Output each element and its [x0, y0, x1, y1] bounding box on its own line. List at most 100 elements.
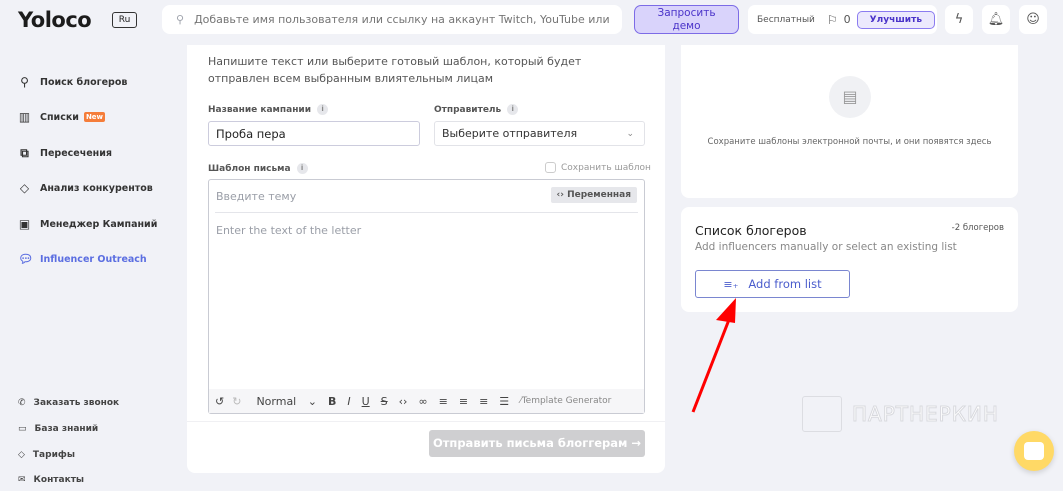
checkbox[interactable]	[545, 162, 556, 173]
sidebar-item-label: Контакты	[33, 475, 85, 485]
search-icon: ⚲	[20, 75, 29, 89]
link-icon[interactable]: ∞	[418, 395, 427, 408]
sidebar-item-lists[interactable]: ▥ Списки New	[18, 110, 106, 124]
sidebar-item-call[interactable]: ✆ Заказать звонок	[18, 398, 119, 408]
strikethrough-icon[interactable]: S	[381, 395, 388, 408]
chevron-down-icon: ⌄	[307, 394, 317, 408]
campaign-name-label: Название кампании i	[208, 104, 329, 115]
watermark: ПАРТНЕРКИН	[802, 396, 999, 432]
sidebar-item-label: Пересечения	[40, 148, 112, 159]
phone-icon: ✆	[18, 398, 26, 408]
info-icon[interactable]: i	[296, 163, 308, 174]
bloggers-title: Список блогеров	[695, 223, 807, 238]
sidebar-item-label: Анализ конкурентов	[40, 182, 153, 194]
sidebar-item-label: Поиск блогеров	[40, 76, 128, 88]
justify-icon[interactable]: ☰	[499, 395, 509, 408]
templates-card: ▤ Сохраните шаблоны электронной почты, и…	[681, 45, 1018, 198]
align-right-icon[interactable]: ≡	[479, 395, 488, 408]
mail-icon: ✉	[18, 475, 26, 485]
redo-icon[interactable]: ↻	[232, 395, 241, 408]
bold-icon[interactable]: B	[328, 395, 336, 408]
info-icon[interactable]: i	[317, 104, 329, 115]
campaign-name-input[interactable]: Проба пера	[208, 121, 420, 146]
chat-icon	[1024, 442, 1044, 460]
variable-button[interactable]: ‹› Переменная	[550, 187, 637, 203]
document-icon: ▤	[829, 76, 871, 118]
sidebar-item-campaigns[interactable]: ▣ Менеджер Кампаний	[18, 217, 158, 231]
plan-box: Бесплатный ⚐ 0 Улучшить	[748, 5, 937, 34]
align-center-icon[interactable]: ≡	[459, 395, 468, 408]
search-icon: ⚲	[176, 13, 185, 26]
arrow-head	[716, 298, 736, 323]
divider	[215, 212, 638, 213]
tag-icon: ◇	[19, 181, 30, 195]
label-text: Отправитель	[434, 104, 502, 115]
template-label: Шаблон письма i	[208, 163, 308, 174]
template-generator-label: Template Generator	[521, 396, 612, 406]
sender-value: Выберите отправителя	[442, 127, 578, 140]
user-card-icon: ▣	[18, 217, 31, 231]
search-input[interactable]	[194, 13, 615, 26]
sidebar-item-intersections[interactable]: ⧉ Пересечения	[18, 146, 112, 161]
tag-icon: ◇	[18, 450, 25, 460]
bell-icon[interactable]: 🔔︎	[982, 5, 1010, 34]
save-template-label: Сохранить шаблон	[561, 162, 651, 173]
plan-label: Бесплатный	[757, 14, 815, 25]
format-select[interactable]: Normal ⌄	[256, 395, 317, 408]
sidebar-item-competitors[interactable]: ◇ Анализ конкурентов	[18, 181, 153, 195]
watermark-text: ПАРТНЕРКИН	[852, 402, 999, 427]
subject-input[interactable]: Введите тему	[216, 190, 296, 203]
divider	[187, 421, 665, 422]
lightning-icon[interactable]: ϟ	[945, 5, 973, 34]
letter-editor: Введите тему ‹› Переменная Enter the tex…	[208, 179, 645, 414]
code-icon[interactable]: ‹›	[399, 395, 408, 408]
playlist-add-icon: ≡₊	[723, 277, 739, 291]
sender-select[interactable]: Выберите отправителя ⌄	[434, 121, 645, 146]
underline-icon[interactable]: U	[362, 395, 370, 408]
label-text: Шаблон письма	[208, 163, 291, 174]
search-bar[interactable]: ⚲	[162, 5, 622, 34]
code-icon: ‹›	[556, 190, 564, 200]
sidebar-item-contacts[interactable]: ✉ Контакты	[18, 475, 84, 485]
format-value: Normal	[256, 394, 297, 408]
arrow-shaft	[691, 311, 734, 413]
chevron-down-icon: ⌄	[626, 128, 634, 139]
sidebar-item-knowledge[interactable]: ▭ База знаний	[18, 424, 98, 434]
copy-icon: ⧉	[20, 146, 29, 160]
sidebar-item-search[interactable]: ⚲ Поиск блогеров	[18, 75, 127, 89]
upgrade-button[interactable]: Улучшить	[856, 10, 936, 29]
intro-text: Напишите текст или выберите готовый шабл…	[208, 55, 582, 85]
red-arrow-annotation	[691, 298, 736, 413]
undo-icon[interactable]: ↺	[215, 395, 224, 408]
sender-label: Отправитель i	[434, 104, 519, 115]
save-template-checkbox[interactable]: Сохранить шаблон	[545, 162, 651, 173]
sidebar-item-label: Тарифы	[32, 450, 75, 460]
language-button[interactable]: Ru	[112, 12, 137, 28]
logo[interactable]: Yoloco	[18, 8, 92, 32]
italic-icon[interactable]: I	[347, 395, 350, 408]
request-demo-button[interactable]: Запросить демо	[634, 5, 739, 34]
new-badge: New	[83, 112, 106, 122]
send-letters-button[interactable]: Отправить письма блоггерам →	[429, 430, 645, 457]
demo-label: Запросить	[657, 7, 716, 19]
flag-icon: ⚐	[826, 12, 838, 27]
chat-widget-button[interactable]	[1014, 431, 1054, 471]
sidebar-item-label: Заказать звонок	[33, 398, 120, 408]
label-text: Название кампании	[208, 104, 312, 115]
info-icon[interactable]: i	[507, 104, 519, 115]
add-from-list-label: Add from list	[748, 277, 822, 291]
variable-label: Переменная	[567, 190, 631, 200]
user-icon[interactable]: ☺	[1019, 5, 1047, 34]
chat-icon: 💬︎	[18, 252, 34, 266]
template-generator-button[interactable]: ⁄Template Generator	[520, 396, 611, 406]
message-icon: ▭	[18, 424, 27, 434]
editor-toolbar: ↺ ↻ Normal ⌄ BIUS ‹› ∞ ≡ ≡ ≡ ☰ ⁄Template Gene…	[209, 389, 644, 413]
body-textarea[interactable]: Enter the text of the letter	[216, 224, 361, 237]
align-left-icon[interactable]: ≡	[439, 395, 448, 408]
bloggers-hint: Add influencers manually or select an ex…	[695, 241, 957, 253]
sidebar-item-outreach[interactable]: 💬︎ Influencer Outreach	[18, 252, 147, 266]
chart-icon: ▥	[18, 110, 31, 124]
flag-count: 0	[843, 13, 851, 26]
sidebar-item-pricing[interactable]: ◇ Тарифы	[18, 450, 75, 460]
watermark-logo-icon	[802, 396, 842, 432]
